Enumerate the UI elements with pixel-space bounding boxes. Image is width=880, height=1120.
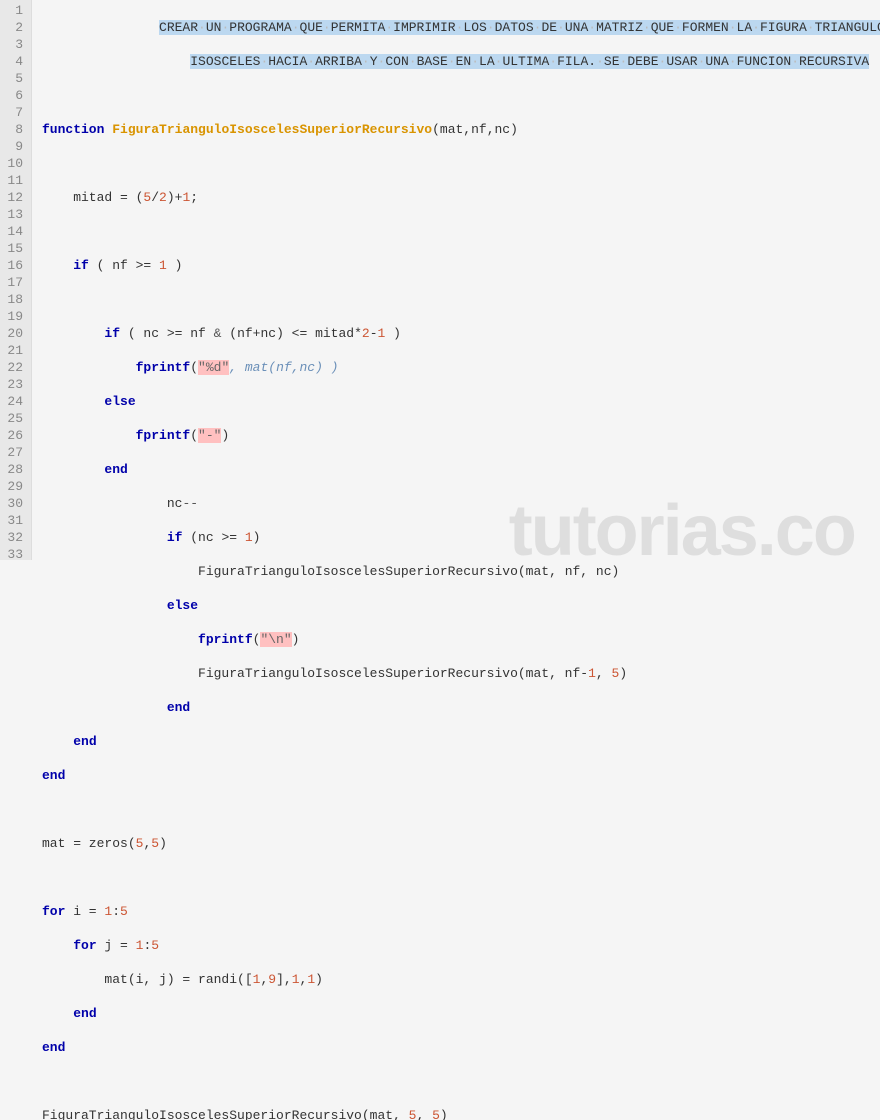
code-line: for j = 1:5 bbox=[42, 937, 880, 954]
line-number: 23 bbox=[4, 376, 23, 393]
line-number: 30 bbox=[4, 495, 23, 512]
line-number: 8 bbox=[4, 121, 23, 138]
line-number: 6 bbox=[4, 87, 23, 104]
line-number: 25 bbox=[4, 410, 23, 427]
code-line: ISOSCELES·HACIA·ARRIBA·Y·CON·BASE·EN·LA·… bbox=[42, 53, 880, 70]
line-number: 29 bbox=[4, 478, 23, 495]
line-number: 17 bbox=[4, 274, 23, 291]
line-number: 11 bbox=[4, 172, 23, 189]
code-line bbox=[42, 223, 880, 240]
code-line bbox=[42, 801, 880, 818]
code-line: else bbox=[42, 393, 880, 410]
line-number: 9 bbox=[4, 138, 23, 155]
code-line: if (nc >= 1) bbox=[42, 529, 880, 546]
line-number: 33 bbox=[4, 546, 23, 563]
code-line: FiguraTrianguloIsoscelesSuperiorRecursiv… bbox=[42, 665, 880, 682]
code-editor: 1 2 3 4 5 6 7 8 9 10 11 12 13 14 15 16 1… bbox=[0, 0, 880, 560]
line-number: 13 bbox=[4, 206, 23, 223]
line-number: 28 bbox=[4, 461, 23, 478]
code-line: mitad = (5/2)+1; bbox=[42, 189, 880, 206]
line-number: 26 bbox=[4, 427, 23, 444]
line-number: 5 bbox=[4, 70, 23, 87]
code-line: end bbox=[42, 461, 880, 478]
line-number: 19 bbox=[4, 308, 23, 325]
code-area[interactable]: CREAR·UN·PROGRAMA·QUE·PERMITA·IMPRIMIR·L… bbox=[32, 0, 880, 560]
line-number: 15 bbox=[4, 240, 23, 257]
code-line: fprintf("%d", mat(nf,nc) ) bbox=[42, 359, 880, 376]
line-number: 2 bbox=[4, 19, 23, 36]
code-line: mat(i, j) = randi([1,9],1,1) bbox=[42, 971, 880, 988]
code-line bbox=[42, 87, 880, 104]
line-number: 20 bbox=[4, 325, 23, 342]
code-line: if ( nf >= 1 ) bbox=[42, 257, 880, 274]
line-number: 7 bbox=[4, 104, 23, 121]
line-number: 21 bbox=[4, 342, 23, 359]
line-number: 24 bbox=[4, 393, 23, 410]
code-line: FiguraTrianguloIsoscelesSuperiorRecursiv… bbox=[42, 1107, 880, 1120]
code-line: nc-- bbox=[42, 495, 880, 512]
code-line: for i = 1:5 bbox=[42, 903, 880, 920]
code-line bbox=[42, 1073, 880, 1090]
line-number: 16 bbox=[4, 257, 23, 274]
code-line: fprintf("\n") bbox=[42, 631, 880, 648]
code-line: end bbox=[42, 1005, 880, 1022]
code-line: end bbox=[42, 767, 880, 784]
code-line: end bbox=[42, 699, 880, 716]
line-number: 1 bbox=[4, 2, 23, 19]
code-line: fprintf("-") bbox=[42, 427, 880, 444]
line-number: 32 bbox=[4, 529, 23, 546]
code-line: if ( nc >= nf & (nf+nc) <= mitad*2-1 ) bbox=[42, 325, 880, 342]
code-line: end bbox=[42, 1039, 880, 1056]
line-number: 12 bbox=[4, 189, 23, 206]
code-line: end bbox=[42, 733, 880, 750]
line-gutter: 1 2 3 4 5 6 7 8 9 10 11 12 13 14 15 16 1… bbox=[0, 0, 32, 560]
line-number: 22 bbox=[4, 359, 23, 376]
code-line bbox=[42, 155, 880, 172]
code-line: else bbox=[42, 597, 880, 614]
line-number: 4 bbox=[4, 53, 23, 70]
code-line: mat = zeros(5,5) bbox=[42, 835, 880, 852]
code-line: CREAR·UN·PROGRAMA·QUE·PERMITA·IMPRIMIR·L… bbox=[42, 19, 880, 36]
line-number: 14 bbox=[4, 223, 23, 240]
line-number: 27 bbox=[4, 444, 23, 461]
line-number: 10 bbox=[4, 155, 23, 172]
code-line: FiguraTrianguloIsoscelesSuperiorRecursiv… bbox=[42, 563, 880, 580]
line-number: 3 bbox=[4, 36, 23, 53]
code-line bbox=[42, 869, 880, 886]
code-line bbox=[42, 291, 880, 308]
line-number: 18 bbox=[4, 291, 23, 308]
code-line: function FiguraTrianguloIsoscelesSuperio… bbox=[42, 121, 880, 138]
line-number: 31 bbox=[4, 512, 23, 529]
